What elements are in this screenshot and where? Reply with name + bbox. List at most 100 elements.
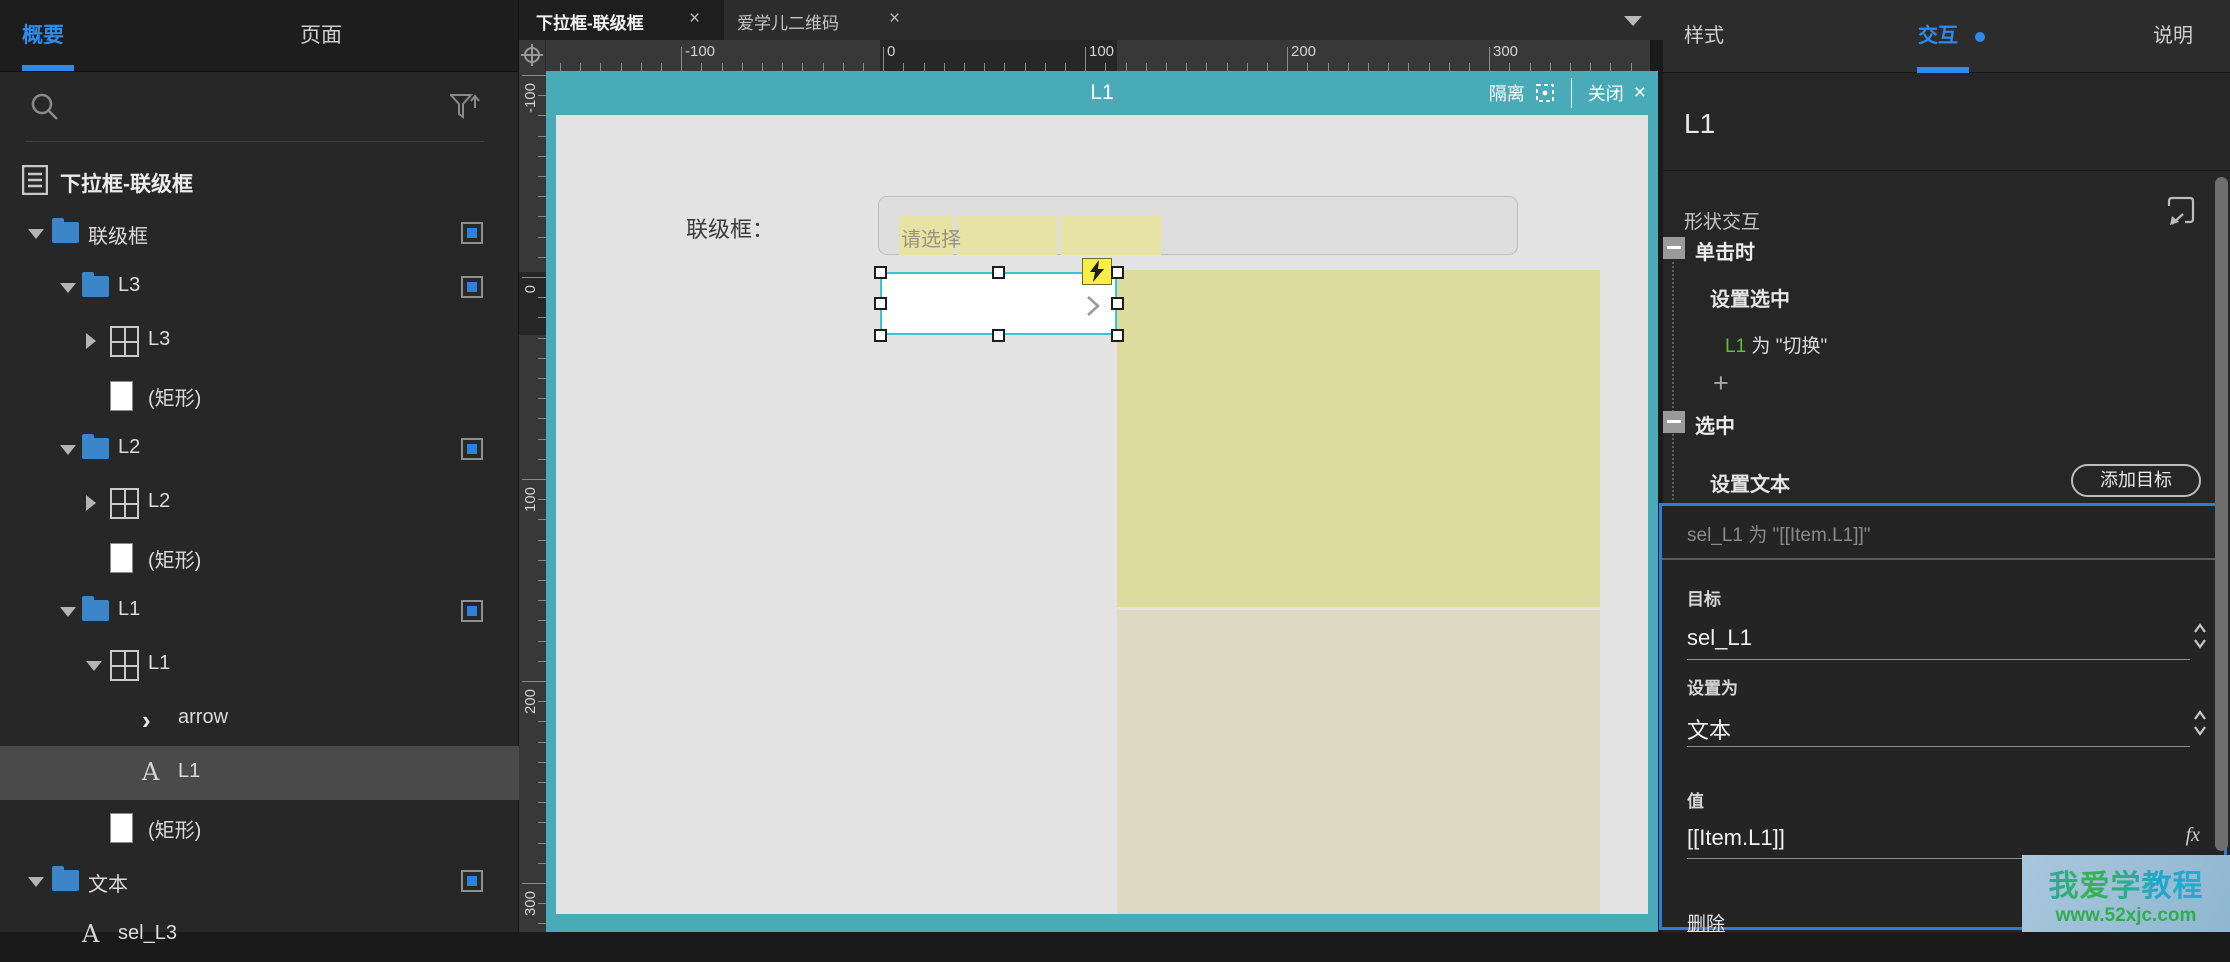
tree-item-label[interactable]: arrow: [178, 706, 228, 729]
tree-row[interactable]: ›arrow: [0, 692, 519, 746]
tree-item-label[interactable]: L2: [148, 490, 170, 513]
tab-notes[interactable]: 说明: [2153, 0, 2193, 73]
close-isolation-icon[interactable]: ×: [1634, 81, 1646, 105]
isolate-checkbox[interactable]: [461, 438, 483, 460]
tree-item-label[interactable]: L3: [148, 328, 170, 351]
ruler-label: 0: [887, 43, 895, 60]
tree-row[interactable]: 联级框: [0, 206, 519, 260]
set-to-field-value[interactable]: 文本: [1687, 713, 1731, 745]
tree-item-label[interactable]: L3: [118, 274, 140, 297]
tab-interactions[interactable]: 交互: [1918, 0, 1958, 73]
tree-row[interactable]: (矩形): [0, 530, 519, 584]
widget-name-field[interactable]: L1: [1684, 108, 1715, 140]
tree-row[interactable]: 文本: [0, 854, 519, 908]
add-action-button[interactable]: +: [1713, 368, 1729, 399]
tree-row[interactable]: L3: [0, 314, 519, 368]
ruler-tick: [641, 63, 642, 71]
resize-handle-nw[interactable]: [874, 266, 887, 279]
tree-item-label[interactable]: L1: [178, 760, 200, 783]
close-tab-icon[interactable]: ×: [889, 8, 900, 30]
ruler-origin-button[interactable]: [519, 40, 546, 71]
ruler-tick: [1267, 63, 1268, 71]
tree-row[interactable]: L2: [0, 422, 519, 476]
isolate-checkbox[interactable]: [461, 276, 483, 298]
caret-right-icon[interactable]: [86, 495, 96, 511]
caret-down-icon[interactable]: [60, 607, 76, 617]
cell-chevron-icon: [1086, 295, 1100, 317]
target-field-value[interactable]: sel_L1: [1687, 625, 1752, 651]
isolate-checkbox[interactable]: [461, 222, 483, 244]
resize-handle-w[interactable]: [874, 297, 887, 310]
set-to-select-stepper-icon[interactable]: [2192, 708, 2208, 738]
doc-tab-cascading[interactable]: 下拉框-联级框 ×: [519, 0, 724, 40]
tree-item-label[interactable]: L1: [118, 598, 140, 621]
action-set-text[interactable]: 设置文本: [1710, 468, 1790, 497]
tree-row[interactable]: AL1: [0, 746, 519, 800]
event-selected[interactable]: 选中: [1695, 410, 1735, 439]
tree-row[interactable]: (矩形): [0, 368, 519, 422]
ruler-label: -100: [685, 43, 715, 60]
caret-down-icon[interactable]: [86, 661, 102, 671]
target-select-stepper-icon[interactable]: [2192, 621, 2208, 651]
fx-expression-icon[interactable]: fx: [2186, 824, 2200, 847]
interaction-lightning-badge[interactable]: [1082, 258, 1112, 285]
isolate-button[interactable]: 隔离: [1489, 80, 1525, 106]
tree-row[interactable]: L1: [0, 584, 519, 638]
resize-handle-ne[interactable]: [1111, 266, 1124, 279]
design-canvas[interactable]: 请选择 联级框： L1 隔离 关: [546, 71, 1658, 932]
action-case-summary[interactable]: L1 为 "切换": [1725, 331, 1827, 358]
caret-down-icon[interactable]: [28, 229, 44, 239]
tree-item-label[interactable]: 文本: [88, 868, 128, 897]
tree-row[interactable]: L2: [0, 476, 519, 530]
ruler-tick: [538, 762, 546, 763]
doc-tab-qrcode[interactable]: 爱学儿二维码 ×: [724, 0, 924, 40]
tab-style[interactable]: 样式: [1684, 0, 1724, 73]
close-isolation-button[interactable]: 关闭: [1588, 80, 1624, 106]
resize-handle-sw[interactable]: [874, 329, 887, 342]
close-tab-icon[interactable]: ×: [689, 8, 700, 30]
tree-item-label[interactable]: sel_L3: [118, 922, 177, 945]
isolate-checkbox[interactable]: [461, 600, 483, 622]
tree-item-label[interactable]: L1: [148, 652, 170, 675]
tab-overview[interactable]: 概要: [22, 0, 64, 72]
action-set-selected[interactable]: 设置选中: [1710, 283, 1790, 312]
isolate-icon[interactable]: [1535, 83, 1555, 103]
caret-down-icon[interactable]: [60, 283, 76, 293]
caret-right-icon[interactable]: [86, 333, 96, 349]
tree-row[interactable]: (矩形): [0, 800, 519, 854]
set-to-field-label: 设置为: [1687, 674, 1738, 699]
tree-item-label[interactable]: (矩形): [148, 814, 201, 843]
event-onclick[interactable]: 单击时: [1695, 236, 1755, 265]
tab-list-dropdown-icon[interactable]: [1624, 16, 1642, 26]
tab-pages[interactable]: 页面: [300, 0, 342, 72]
resize-handle-e[interactable]: [1111, 297, 1124, 310]
repeater-region-lower[interactable]: [1117, 610, 1600, 914]
panel-scrollbar-thumb[interactable]: [2215, 177, 2228, 851]
caret-down-icon[interactable]: [60, 445, 76, 455]
filter-icon[interactable]: [450, 94, 480, 120]
repeater-region-upper[interactable]: [1117, 270, 1600, 607]
caret-down-icon[interactable]: [28, 877, 44, 887]
tree-row[interactable]: L1: [0, 638, 519, 692]
isolate-checkbox[interactable]: [461, 870, 483, 892]
value-field-input[interactable]: [[Item.L1]]: [1687, 825, 1785, 851]
ruler-tick: [1570, 63, 1571, 71]
collapse-event-icon[interactable]: [1663, 237, 1685, 259]
tree-item-label[interactable]: (矩形): [148, 544, 201, 573]
search-icon[interactable]: [30, 92, 60, 122]
tree-row[interactable]: L3: [0, 260, 519, 314]
ruler-tick: [538, 600, 546, 601]
cascading-dropdown-widget[interactable]: 请选择: [878, 196, 1518, 255]
resize-handle-n[interactable]: [992, 266, 1005, 279]
resize-handle-se[interactable]: [1111, 329, 1124, 342]
select-shape-icon[interactable]: [2167, 196, 2195, 226]
tree-item-label[interactable]: 联级框: [88, 220, 148, 249]
ruler-tick: [1449, 63, 1450, 71]
tree-item-label[interactable]: L2: [118, 436, 140, 459]
add-target-button[interactable]: 添加目标: [2071, 464, 2201, 497]
resize-handle-s[interactable]: [992, 329, 1005, 342]
tree-item-label[interactable]: (矩形): [148, 382, 201, 411]
tree-row[interactable]: Asel_L3: [0, 908, 519, 962]
ruler-tick: [538, 398, 546, 399]
collapse-event-icon[interactable]: [1663, 411, 1685, 433]
